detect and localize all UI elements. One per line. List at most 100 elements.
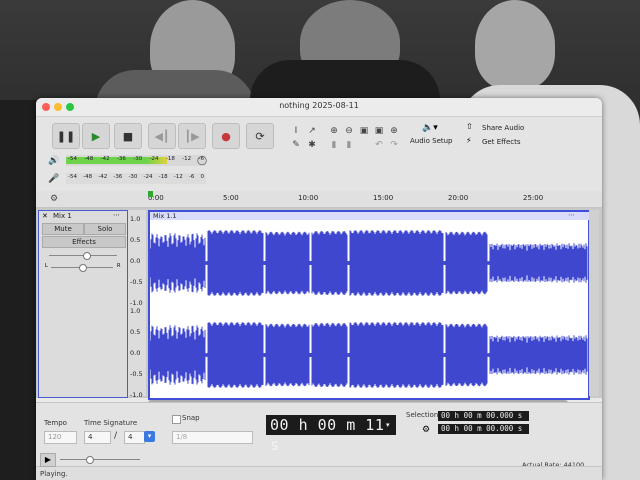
playhead-marker[interactable] [148, 191, 153, 197]
speaker-icon: 🔈▾ [422, 123, 438, 133]
gain-slider[interactable] [49, 252, 117, 260]
pan-right-label: R [117, 263, 121, 269]
timeline-tick: 5:00 [223, 194, 239, 202]
playback-meter-tick: 0 [200, 174, 204, 180]
gain-slider-knob[interactable] [83, 252, 91, 260]
audio-clip[interactable]: Mix 1.1 ⋯ [148, 210, 591, 400]
redo-icon[interactable]: ↷ [388, 139, 400, 151]
amplitude-label: 0.0 [130, 349, 141, 357]
solo-button[interactable]: Solo [84, 223, 126, 235]
record-meter-tick: -36 [116, 156, 126, 162]
get-effects-button[interactable]: ⚡ Get Effects [466, 136, 528, 149]
title-bar: nothing 2025-08-11 [36, 98, 602, 117]
waveform [150, 230, 588, 388]
record-meter[interactable]: -54 -48 -42 -36 -30 -24 -18 -12 -6 [66, 155, 206, 166]
share-audio-button[interactable]: ⇧ Share Audio [466, 122, 528, 135]
record-meter-tick: -12 [182, 156, 192, 162]
selection-options-icon[interactable]: ⚙ [422, 425, 430, 435]
track-area: ✕ Mix 1 ⋯ Mute Solo Effects L R 1.0 0.5 0.… [36, 208, 602, 400]
get-effects-label: Get Effects [482, 138, 521, 146]
amplitude-label: 1.0 [130, 307, 141, 315]
timeline-tick: 15:00 [373, 194, 394, 202]
record-button[interactable]: ● [212, 123, 240, 149]
selection-end-display[interactable]: 00 h 00 m 00.000 s [438, 424, 529, 434]
playback-meter[interactable]: -54 -48 -42 -36 -30 -24 -18 -12 -6 0 [66, 173, 206, 184]
timeline-ruler[interactable]: ⚙ 0:00 5:00 10:00 15:00 20:00 25:00 [36, 191, 602, 208]
clip-header[interactable]: Mix 1.1 ⋯ [150, 211, 591, 220]
toolbar: ❚❚ ▶ ■ ◀┃ ┃▶ ● ⟳ I ↗ ✎ ✱ ⊕ ⊖ ▣ ▣ ⊕ ▮ ▮ ↶… [36, 117, 602, 192]
time-display-dropdown-icon: ▾ [386, 421, 390, 429]
skip-to-end-button[interactable]: ┃▶ [178, 123, 206, 149]
fit-project-icon[interactable]: ▣ [373, 125, 385, 137]
amplitude-label: 1.0 [130, 215, 141, 223]
timeline-options-icon[interactable]: ⚙ [48, 193, 60, 205]
amplitude-ruler: 1.0 0.5 0.0 -0.5 -1.0 1.0 0.5 0.0 -0.5 -1.0 [128, 210, 146, 399]
clip-menu-icon[interactable]: ⋯ [568, 211, 575, 219]
amplitude-label: -0.5 [130, 278, 143, 286]
amplitude-label: 0.0 [130, 257, 141, 265]
person-right-head [475, 0, 555, 90]
draw-tool-icon[interactable]: ✎ [290, 139, 302, 151]
pause-button[interactable]: ❚❚ [52, 123, 80, 149]
record-meter-tick: -48 [84, 156, 94, 162]
record-meter-tick: -54 [68, 156, 77, 162]
amplitude-label: -1.0 [130, 391, 143, 399]
snap-checkbox[interactable] [172, 415, 181, 424]
selection-start-display[interactable]: 00 h 00 m 00.000 s [438, 411, 529, 421]
snap-select[interactable]: 1/8 [172, 431, 253, 444]
audio-setup-button[interactable]: 🔈▾ Audio Setup [410, 123, 456, 149]
ts-numerator-input[interactable]: 4 [84, 431, 111, 444]
tempo-input[interactable]: 120 [44, 431, 77, 444]
track-control-panel: ✕ Mix 1 ⋯ Mute Solo Effects L R [38, 210, 128, 398]
amplitude-label: 0.5 [130, 236, 141, 244]
zoom-out-icon[interactable]: ⊖ [343, 125, 355, 137]
record-meter-tick: -24 [149, 156, 159, 162]
zoom-toggle-icon[interactable]: ⊕ [388, 125, 400, 137]
pan-slider-knob[interactable] [79, 264, 87, 272]
close-track-icon[interactable]: ✕ [42, 212, 48, 220]
play-speed-slider[interactable] [60, 456, 140, 464]
track-menu-icon[interactable]: ⋯ [113, 211, 120, 219]
record-meter-ticks: -54 -48 -42 -36 -30 -24 -18 -12 -6 [68, 156, 204, 165]
ts-slash: / [114, 431, 118, 441]
status-bar: ▶ Playing. [36, 453, 602, 480]
play-speed-knob[interactable] [86, 456, 94, 464]
track-name[interactable]: Mix 1 [53, 212, 72, 220]
ts-denominator-input[interactable]: 4 [124, 431, 145, 444]
record-meter-tick: -42 [100, 156, 110, 162]
skip-to-start-button[interactable]: ◀┃ [148, 123, 176, 149]
trim-icon[interactable]: ▮ [328, 139, 340, 151]
fit-selection-icon[interactable]: ▣ [358, 125, 370, 137]
selection-label: Selection [406, 411, 439, 419]
undo-icon[interactable]: ↶ [373, 139, 385, 151]
multi-tool-icon[interactable]: ✱ [306, 139, 318, 151]
ts-denominator-dropdown-icon[interactable]: ▾ [144, 431, 155, 442]
pan-left-label: L [45, 263, 48, 269]
share-icon: ⇧ [466, 122, 473, 131]
record-gain-knob-icon[interactable]: ◯ [196, 155, 208, 167]
silence-icon[interactable]: ▮ [343, 139, 355, 151]
mute-button[interactable]: Mute [42, 223, 84, 235]
play-button[interactable]: ▶ [82, 123, 110, 149]
stop-button[interactable]: ■ [114, 123, 142, 149]
playback-meter-tick: -24 [143, 174, 153, 180]
amplitude-label: -1.0 [130, 299, 143, 307]
left-edge-shadow [0, 100, 40, 480]
record-meter-icon[interactable]: 🔊 [48, 155, 60, 167]
play-at-speed-button[interactable]: ▶ [40, 453, 56, 467]
amplitude-label: 0.5 [130, 328, 141, 336]
selection-tool-icon[interactable]: I [290, 125, 302, 137]
envelope-tool-icon[interactable]: ↗ [306, 125, 318, 137]
loop-button[interactable]: ⟳ [246, 123, 274, 149]
zoom-in-icon[interactable]: ⊕ [328, 125, 340, 137]
playback-meter-tick: -54 [68, 174, 77, 180]
playback-meter-tick: -18 [158, 174, 168, 180]
time-display[interactable]: 00 h 00 m 11 s [266, 415, 396, 454]
pan-slider[interactable] [51, 264, 113, 272]
time-signature-label: Time Signature [84, 419, 138, 427]
vertical-scrollbar[interactable] [589, 210, 599, 396]
playback-meter-ticks: -54 -48 -42 -36 -30 -24 -18 -12 -6 0 [68, 174, 204, 183]
playback-meter-icon[interactable]: 🎤 [48, 173, 60, 185]
playback-meter-tick: -42 [98, 174, 108, 180]
effects-button[interactable]: Effects [42, 236, 126, 248]
